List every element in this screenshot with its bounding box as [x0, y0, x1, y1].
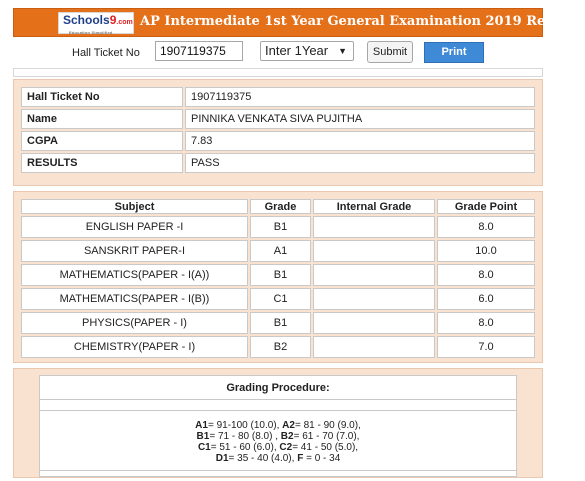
grading-footer-divider	[40, 470, 516, 476]
year-select[interactable]: Inter 1Year ▼	[260, 41, 354, 61]
info-value: 7.83	[185, 131, 535, 151]
logo-com: .com	[116, 19, 133, 26]
grade-point-cell: 6.0	[437, 288, 535, 310]
marks-table: Subject Grade Internal Grade Grade Point…	[19, 197, 537, 360]
grade-point-cell: 8.0	[437, 312, 535, 334]
hall-ticket-input[interactable]	[155, 41, 243, 61]
grade-cell: B2	[250, 336, 311, 358]
grade-point-cell: 10.0	[437, 240, 535, 262]
grading-scale: A1= 91-100 (10.0), A2= 81 - 90 (9.0), B1…	[40, 410, 516, 470]
grading-line-c: C1= 51 - 60 (6.0), C2= 41 - 50 (5.0),	[197, 442, 359, 453]
grade-point-cell: 8.0	[437, 216, 535, 238]
subject-cell: PHYSICS(PAPER - I)	[21, 312, 248, 334]
table-row: ENGLISH PAPER -I B1 8.0	[21, 216, 535, 238]
internal-grade-cell	[313, 312, 435, 334]
logo-text: Schools	[63, 13, 110, 27]
internal-grade-cell	[313, 240, 435, 262]
subject-cell: MATHEMATICS(PAPER - I(A))	[21, 264, 248, 286]
grading-procedure-box: Grading Procedure: A1= 91-100 (10.0), A2…	[39, 375, 517, 477]
table-row: SANSKRIT PAPER-I A1 10.0	[21, 240, 535, 262]
info-value: PINNIKA VENKATA SIVA PUJITHA	[185, 109, 535, 129]
grade-cell: A1	[250, 240, 311, 262]
info-row-cgpa: CGPA 7.83	[21, 131, 535, 151]
year-select-value: Inter 1Year	[265, 43, 329, 58]
grading-line-b: B1= 71 - 80 (8.0) , B2= 61 - 70 (7.0),	[196, 431, 360, 442]
table-row: MATHEMATICS(PAPER - I(A)) B1 8.0	[21, 264, 535, 286]
subject-cell: SANSKRIT PAPER-I	[21, 240, 248, 262]
hall-ticket-label: Hall Ticket No	[72, 47, 140, 59]
info-row-hall-ticket: Hall Ticket No 1907119375	[21, 87, 535, 107]
logo-tagline: Education Simplified	[69, 30, 113, 35]
schools9-logo[interactable]: Schools9.com Education Simplified	[58, 12, 134, 35]
grade-point-cell: 8.0	[437, 264, 535, 286]
column-header-grade: Grade	[250, 199, 311, 214]
divider-bar	[13, 68, 543, 77]
table-row: PHYSICS(PAPER - I) B1 8.0	[21, 312, 535, 334]
page-title: AP Intermediate 1st Year General Examina…	[140, 14, 581, 29]
internal-grade-cell	[313, 216, 435, 238]
marks-panel: Subject Grade Internal Grade Grade Point…	[13, 191, 543, 363]
info-key: Name	[21, 109, 183, 129]
results-header-bar: Schools9.com Education Simplified AP Int…	[13, 8, 580, 37]
grade-cell: B1	[250, 264, 311, 286]
internal-grade-cell	[313, 264, 435, 286]
column-header-subject: Subject	[21, 199, 248, 214]
student-info-panel: Hall Ticket No 1907119375 Name PINNIKA V…	[13, 79, 543, 186]
marks-header-row: Subject Grade Internal Grade Grade Point	[21, 199, 535, 214]
info-row-name: Name PINNIKA VENKATA SIVA PUJITHA	[21, 109, 535, 129]
column-header-internal-grade: Internal Grade	[313, 199, 435, 214]
table-row: CHEMISTRY(PAPER - I) B2 7.0	[21, 336, 535, 358]
print-button[interactable]: Print	[424, 42, 484, 63]
internal-grade-cell	[313, 288, 435, 310]
grading-line-a: A1= 91-100 (10.0), A2= 81 - 90 (9.0),	[195, 420, 361, 431]
column-header-grade-point: Grade Point	[437, 199, 535, 214]
grading-title: Grading Procedure:	[40, 376, 516, 400]
subject-cell: MATHEMATICS(PAPER - I(B))	[21, 288, 248, 310]
info-key: CGPA	[21, 131, 183, 151]
grade-cell: C1	[250, 288, 311, 310]
table-row: MATHEMATICS(PAPER - I(B)) C1 6.0	[21, 288, 535, 310]
grade-cell: B1	[250, 216, 311, 238]
grade-cell: B1	[250, 312, 311, 334]
search-form: Hall Ticket No Inter 1Year ▼ Submit Prin…	[0, 41, 585, 65]
student-info-table: Hall Ticket No 1907119375 Name PINNIKA V…	[19, 85, 537, 175]
dropdown-arrow-icon: ▼	[338, 46, 347, 56]
internal-grade-cell	[313, 336, 435, 358]
info-key: RESULTS	[21, 153, 183, 173]
grading-line-d: D1= 35 - 40 (4.0), F = 0 - 34	[215, 453, 341, 464]
subject-cell: CHEMISTRY(PAPER - I)	[21, 336, 248, 358]
info-row-results: RESULTS PASS	[21, 153, 535, 173]
grading-panel: Grading Procedure: A1= 91-100 (10.0), A2…	[13, 368, 543, 478]
info-key: Hall Ticket No	[21, 87, 183, 107]
submit-button[interactable]: Submit	[367, 41, 413, 63]
grade-point-cell: 7.0	[437, 336, 535, 358]
info-value: 1907119375	[185, 87, 535, 107]
subject-cell: ENGLISH PAPER -I	[21, 216, 248, 238]
info-value: PASS	[185, 153, 535, 173]
